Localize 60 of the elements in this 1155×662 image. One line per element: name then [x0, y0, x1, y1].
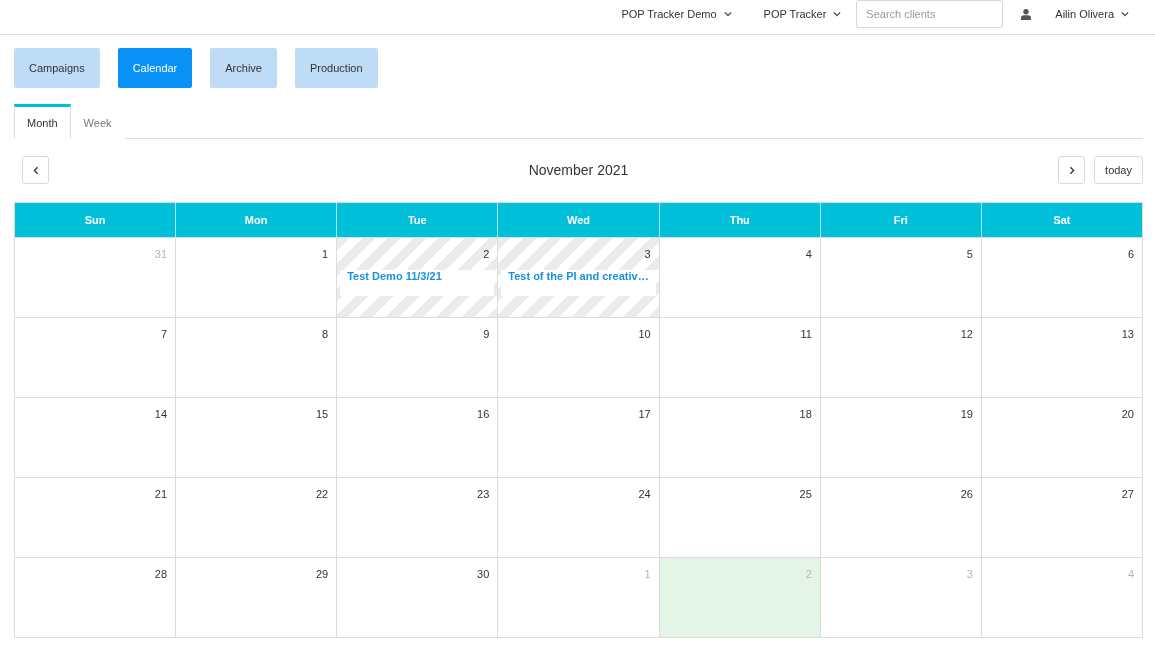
weekday-header: Wed	[498, 203, 660, 238]
chevron-right-icon	[1068, 165, 1075, 175]
day-number: 17	[638, 408, 651, 420]
dropdown-menu[interactable]: POP Tracker Demo	[621, 0, 732, 28]
day-number: 9	[483, 328, 490, 340]
day-number: 25	[799, 488, 812, 500]
nav-button[interactable]: Archive	[210, 48, 277, 88]
weekday-header: Tue	[337, 203, 499, 238]
nav-button[interactable]: Campaigns	[14, 48, 100, 88]
day-number: 5	[966, 248, 973, 260]
day-number: 13	[1121, 328, 1134, 340]
day-number: 12	[960, 328, 973, 340]
nav-button[interactable]: Production	[294, 48, 378, 88]
day-number: 6	[1127, 248, 1134, 260]
next-month-button[interactable]	[1058, 156, 1086, 184]
day-number: 7	[160, 328, 168, 340]
day-number: 1	[644, 568, 651, 580]
day-number: 30	[477, 568, 490, 580]
search-field[interactable]: Search clients	[856, 0, 1004, 28]
day-number: 22	[315, 488, 329, 500]
user-menu[interactable]: Ailin Olivera	[1021, 0, 1129, 28]
day-number: 26	[960, 488, 973, 500]
day-number: 2	[483, 248, 490, 260]
day-number: 16	[477, 408, 490, 420]
chevron-down-icon	[833, 11, 842, 17]
today-button[interactable]: today	[1094, 156, 1143, 184]
day-number: 29	[315, 568, 329, 580]
dropdown-menu[interactable]: POP Tracker	[763, 0, 842, 28]
weekday-header: Thu	[659, 203, 821, 238]
weekday-header: Mon	[176, 203, 338, 238]
day-number: 24	[638, 488, 651, 500]
chevron-down-icon	[1121, 11, 1129, 17]
day-number: 20	[1121, 408, 1134, 420]
day-number: 1	[322, 248, 329, 260]
day-number: 11	[800, 328, 812, 340]
view-tab[interactable]: Month	[14, 104, 71, 139]
calendar-title: November 2021	[528, 162, 629, 178]
day-number: 3	[966, 568, 973, 580]
weekday-header: Fri	[820, 203, 982, 238]
day-number: 4	[805, 248, 812, 260]
day-number: 28	[154, 568, 168, 580]
weekday-header: Sun	[15, 203, 177, 238]
chevron-down-icon	[723, 11, 732, 17]
user-icon	[1021, 8, 1032, 20]
day-number: 3	[644, 248, 651, 260]
day-number: 21	[154, 488, 168, 500]
day-number: 19	[960, 408, 973, 420]
day-number: 31	[154, 248, 168, 260]
previous-month-button[interactable]	[22, 156, 49, 184]
day-number: 10	[638, 328, 651, 340]
day-number: 4	[1127, 568, 1134, 580]
day-number: 18	[799, 408, 812, 420]
chevron-left-icon	[32, 165, 39, 175]
day-number: 8	[322, 328, 329, 340]
day-number: 2	[805, 568, 812, 580]
day-number: 23	[477, 488, 490, 500]
day-number: 27	[1121, 488, 1134, 500]
day-number: 14	[154, 408, 168, 420]
weekday-header: Sat	[981, 203, 1143, 238]
day-number: 15	[315, 408, 329, 420]
